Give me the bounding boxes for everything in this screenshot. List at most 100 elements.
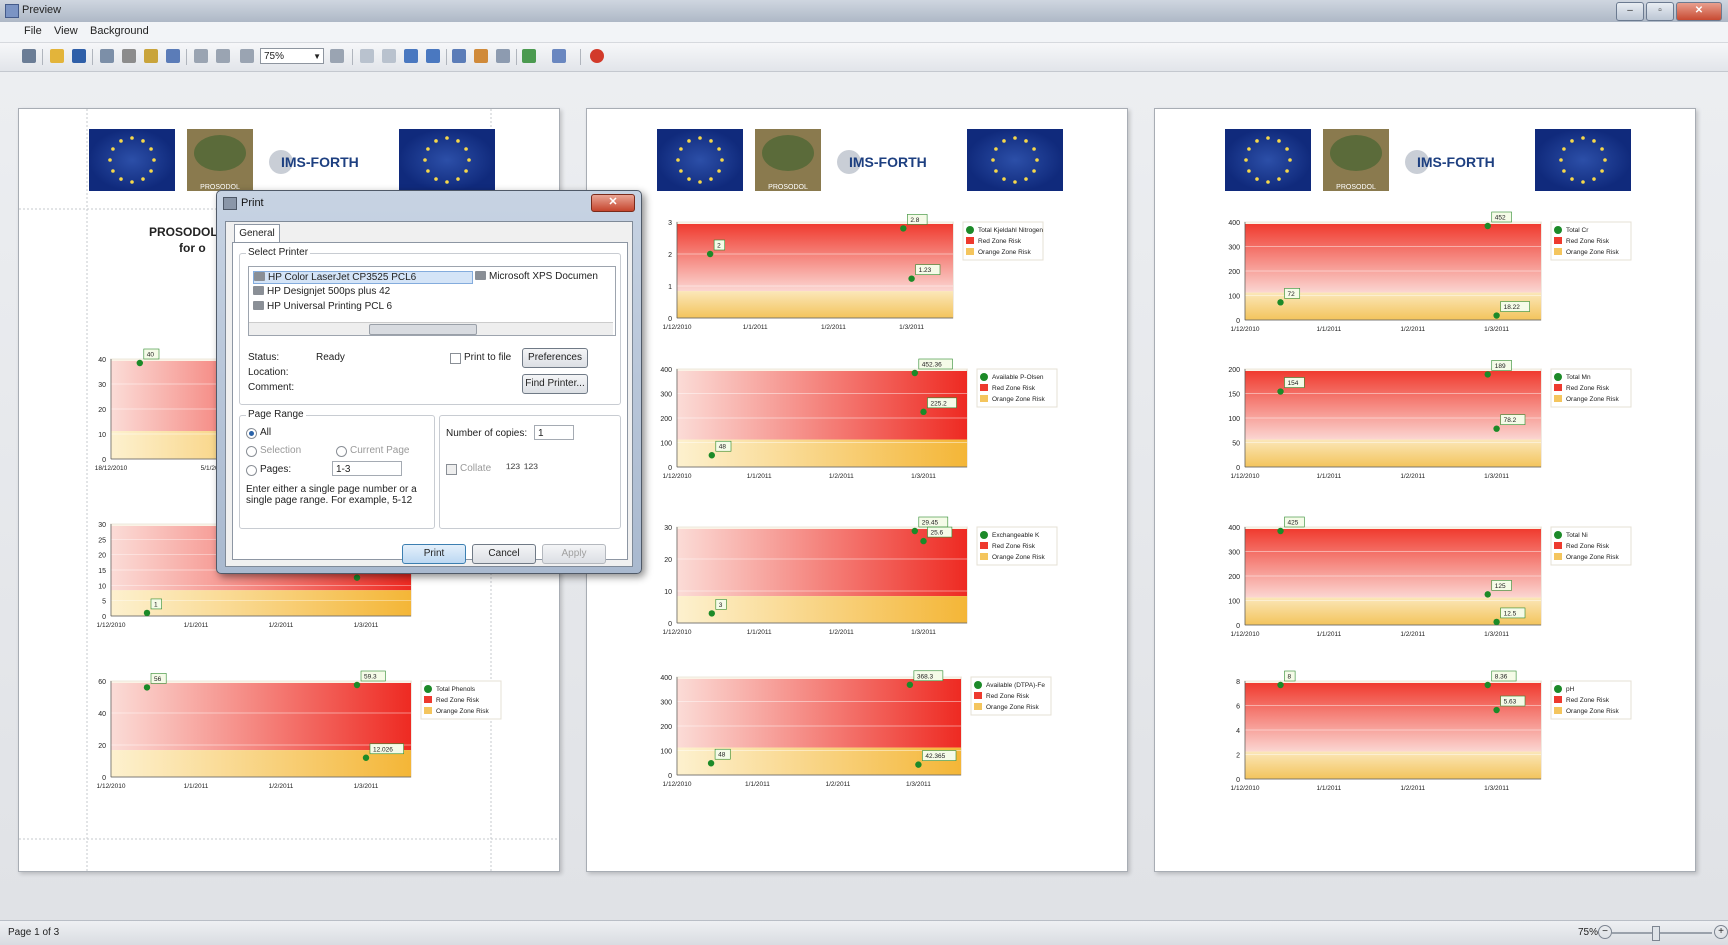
y-tick-label: 5: [102, 599, 106, 606]
quick-print-icon[interactable]: [144, 49, 158, 63]
magnifier-icon[interactable]: [216, 49, 230, 63]
next-page-icon[interactable]: [404, 49, 418, 63]
eu-star: [149, 147, 153, 151]
all-label: All: [260, 427, 272, 438]
find-printer-button[interactable]: Find Printer...: [522, 374, 588, 394]
y-tick-label: 20: [98, 743, 106, 750]
legend-label: Orange Zone Risk: [1566, 249, 1619, 256]
send-email-icon[interactable]: [552, 49, 566, 63]
app-icon: [5, 4, 19, 18]
page-range-label: Page Range: [246, 409, 306, 420]
all-radio[interactable]: [246, 428, 257, 439]
previous-page-icon[interactable]: [382, 49, 396, 63]
red-zone-band: [1245, 683, 1541, 752]
eu-star: [679, 147, 683, 151]
preferences-button[interactable]: Preferences: [522, 348, 588, 368]
page-range-group: Page Range All Selection Current Page Pa…: [239, 409, 435, 529]
selection-radio[interactable]: [246, 446, 257, 457]
eu-star: [1002, 177, 1006, 181]
menu-view[interactable]: View: [54, 25, 78, 37]
zoom-in-icon[interactable]: +: [1714, 925, 1728, 939]
dialog-close-button[interactable]: ✕: [591, 194, 635, 212]
last-page-icon[interactable]: [426, 49, 440, 63]
apply-button[interactable]: Apply: [542, 544, 606, 564]
data-label: 2: [717, 243, 721, 250]
zoom-out-icon[interactable]: [240, 49, 254, 63]
multiple-pages-icon[interactable]: [452, 49, 466, 63]
first-page-icon[interactable]: [360, 49, 374, 63]
y-tick-label: 30: [98, 522, 106, 529]
legend-label: Orange Zone Risk: [1566, 708, 1619, 715]
data-point: [143, 684, 151, 691]
select-printer-label: Select Printer: [246, 247, 311, 258]
legend-label: Red Zone Risk: [978, 238, 1022, 245]
minimize-button[interactable]: –: [1616, 2, 1644, 21]
zoom-level: 75%: [1577, 927, 1598, 938]
x-tick-label: 1/1/2011: [1316, 785, 1341, 792]
x-tick-label: 1/12/2010: [1231, 785, 1260, 792]
eu-star: [994, 169, 998, 173]
chevron-down-icon: ▼: [313, 52, 321, 61]
eu-star: [991, 158, 995, 162]
pages-radio[interactable]: [246, 465, 257, 476]
zoom-slider-thumb[interactable]: [1652, 926, 1660, 941]
hand-tool-icon[interactable]: [194, 49, 208, 63]
data-label: 25.6: [931, 530, 944, 537]
zoom-slider[interactable]: [1612, 926, 1712, 941]
olive-tree-crown: [1330, 135, 1382, 171]
data-point: [906, 681, 914, 688]
search-icon[interactable]: [22, 49, 36, 63]
maximize-button[interactable]: ▫: [1646, 2, 1674, 21]
copies-input[interactable]: 1: [534, 425, 574, 440]
legend-swatch: [974, 703, 982, 710]
printer-item[interactable]: HP Color LaserJet CP3525 PCL6: [253, 271, 473, 284]
data-label: 189: [1495, 363, 1506, 370]
data-label: 368.3: [917, 673, 934, 680]
legend-label: Orange Zone Risk: [436, 708, 489, 715]
legend-label: pH: [1566, 686, 1575, 693]
export-icon[interactable]: [522, 49, 536, 63]
eu-star: [1592, 139, 1596, 143]
tab-general[interactable]: General: [234, 224, 280, 243]
menu-background[interactable]: Background: [90, 25, 149, 37]
printer-item[interactable]: Microsoft XPS Documen: [475, 271, 598, 282]
print-button[interactable]: Print: [402, 544, 466, 564]
y-tick-label: 100: [1228, 416, 1240, 423]
close-preview-icon[interactable]: [590, 49, 604, 63]
print-icon[interactable]: [122, 49, 136, 63]
collate-checkbox[interactable]: [446, 464, 457, 475]
data-point: [706, 250, 714, 258]
watermark-icon[interactable]: [496, 49, 510, 63]
zoom-out-icon[interactable]: −: [1598, 925, 1612, 939]
printer-list[interactable]: HP Color LaserJet CP3525 PCL6 HP Designj…: [248, 266, 616, 336]
menu-file[interactable]: File: [24, 25, 42, 37]
data-label: 1.23: [919, 267, 932, 274]
open-folder-icon[interactable]: [50, 49, 64, 63]
scrollbar-thumb[interactable]: [369, 324, 477, 335]
data-label: 48: [719, 444, 727, 451]
zoom-combo[interactable]: 75% ▼: [260, 48, 324, 64]
eu-star: [130, 136, 134, 140]
page-setup-icon[interactable]: [100, 49, 114, 63]
close-button[interactable]: ✕: [1676, 2, 1722, 21]
print-to-file-checkbox[interactable]: [450, 353, 461, 364]
x-tick-label: 1/2/2011: [1400, 785, 1425, 792]
scale-icon[interactable]: [166, 49, 180, 63]
x-tick-label: 1/2/2011: [269, 622, 294, 629]
pages-input[interactable]: 1-3: [332, 461, 402, 476]
data-point: [1484, 591, 1491, 598]
data-point: [136, 359, 143, 367]
y-tick-label: 0: [1236, 623, 1240, 630]
legend-marker: [1554, 226, 1562, 234]
printer-item[interactable]: HP Designjet 500ps plus 42: [253, 286, 390, 297]
zoom-in-icon[interactable]: [330, 49, 344, 63]
printer-item[interactable]: HP Universal Printing PCL 6: [253, 301, 392, 312]
eu-star: [1035, 158, 1039, 162]
fill-background-icon[interactable]: [474, 49, 488, 63]
y-tick-label: 200: [1228, 367, 1240, 374]
cancel-button[interactable]: Cancel: [472, 544, 536, 564]
save-icon[interactable]: [72, 49, 86, 63]
y-tick-label: 10: [98, 432, 106, 439]
current-page-radio[interactable]: [336, 446, 347, 457]
printer-list-scrollbar[interactable]: [249, 322, 613, 335]
